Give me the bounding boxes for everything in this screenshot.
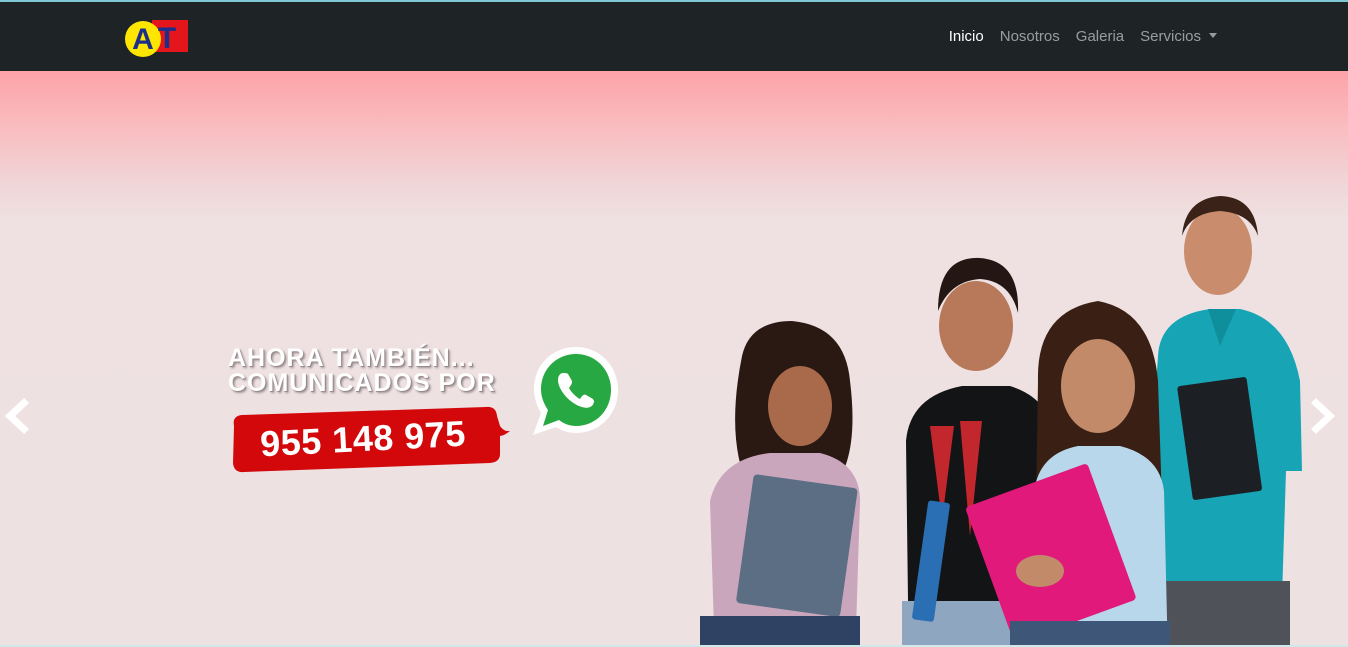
carousel-next-button[interactable] [1306,391,1346,441]
navbar: A T Inicio Nosotros Galeria Servicios [0,2,1348,71]
phone-badge: 955 148 975 [228,402,510,476]
nav-item-nosotros[interactable]: Nosotros [992,27,1068,47]
chevron-left-icon [4,398,29,434]
student-1 [700,321,860,645]
svg-text:A: A [132,23,154,56]
nav-menu: Inicio Nosotros Galeria Servicios [941,2,1225,71]
svg-text:T: T [158,22,176,55]
carousel-prev-button[interactable] [0,391,40,441]
logo-icon: A T [125,20,188,57]
student-4 [1150,196,1302,645]
caret-down-icon [1209,32,1217,38]
whatsapp-icon [528,343,624,439]
promo-line-1: AHORA TAMBIÉN... [228,344,475,372]
hero-carousel: AHORA TAMBIÉN... COMUNICADOS POR 955 148… [0,71,1348,645]
nav-item-inicio[interactable]: Inicio [941,27,992,47]
nav-item-servicios[interactable]: Servicios [1132,27,1225,47]
promo-line-2: COMUNICADOS POR [228,369,496,397]
chevron-right-icon [1311,398,1336,434]
students-photo [700,196,1302,645]
nav-item-servicios-label: Servicios [1140,27,1201,45]
nav-item-galeria[interactable]: Galeria [1068,27,1132,47]
brand-logo[interactable]: A T [124,18,190,58]
